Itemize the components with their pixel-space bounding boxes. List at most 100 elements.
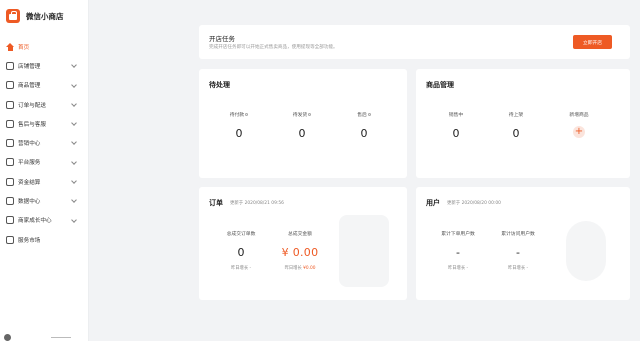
card-title: 订单	[209, 199, 223, 207]
stat-value: 0	[237, 246, 245, 259]
stat-total-visitors[interactable]: 累计访问用户数 - 昨日增长 -	[496, 230, 540, 271]
stat-after-sales[interactable]: 售后 0	[344, 111, 384, 140]
brand[interactable]: 微信小商店	[6, 9, 64, 23]
yesterday-label: 昨日增长	[284, 266, 302, 271]
orders-card: 订单 更新于 2020/08/21 09:56 总成交订单数 0 昨日增长 - …	[199, 187, 407, 300]
order-icon	[6, 100, 14, 109]
sidebar-item-label: 服务市场	[18, 237, 41, 244]
sidebar-item-label: 订单与配送	[18, 102, 46, 109]
chevron-down-icon	[71, 178, 77, 184]
users-card: 用户 更新于 2020/08/20 00:00 累计下单用户数 - 昨日增长 -…	[416, 187, 630, 300]
chevron-down-icon	[71, 216, 77, 223]
sidebar-item-label: 商品管理	[18, 83, 41, 90]
stat-label: 总成交订单数	[226, 232, 256, 237]
stat-label: 累计下单用户数	[441, 232, 475, 237]
account-bar[interactable]	[4, 334, 84, 341]
open-store-task-card: 开店任务 完成开店任务即可以开始正式售卖商品，使用提现等全部功能。 立即开店	[199, 25, 630, 59]
yesterday-growth: 昨日增长 -	[496, 265, 540, 271]
sidebar: 微信小商店 首页 店铺管理 商品管理 订单与配送 售后与客服 营销中心 平台服务…	[0, 0, 89, 341]
chevron-down-icon	[71, 120, 77, 127]
add-product[interactable]: 新增商品 +	[559, 111, 599, 138]
yesterday-value: -	[466, 266, 469, 271]
yesterday-growth: 昨日增长 ¥0.00	[279, 265, 321, 271]
sidebar-menu: 首页 店铺管理 商品管理 订单与配送 售后与客服 营销中心 平台服务 资金结算 …	[0, 37, 89, 249]
sidebar-item-label: 营销中心	[18, 141, 41, 148]
growth-icon	[6, 216, 14, 225]
add-product-button[interactable]: +	[573, 126, 585, 138]
stat-pending-shipment[interactable]: 待发货 0	[282, 111, 322, 140]
pending-card: 待处理 待付款 0 待发货 0 售后 0	[199, 69, 407, 178]
stat-total-buyers[interactable]: 累计下单用户数 - 昨日增长 -	[436, 230, 480, 271]
stat-label: 待付款	[219, 111, 259, 118]
sidebar-item-label: 资金结算	[18, 179, 41, 186]
sidebar-item-orders[interactable]: 订单与配送	[0, 95, 89, 114]
stat-label: 销售中	[448, 113, 464, 118]
stat-value: 0	[235, 127, 243, 140]
account-name-placeholder	[51, 337, 71, 338]
task-description: 完成开店任务即可以开始正式售卖商品，使用提现等全部功能。	[209, 45, 338, 50]
stat-total-orders[interactable]: 总成交订单数 0 昨日增长 -	[221, 230, 261, 271]
stat-value: 0	[452, 127, 460, 140]
stat-value: -	[456, 246, 460, 259]
calendar-watermark-icon	[339, 215, 389, 287]
help-icon	[308, 113, 312, 116]
sidebar-item-label: 售后与客服	[18, 121, 46, 128]
stat-total-amount[interactable]: 总成交金额 ¥ 0.00 昨日增长 ¥0.00	[279, 230, 321, 271]
shop-bag-logo-icon	[6, 9, 20, 23]
sidebar-item-goods[interactable]: 商品管理	[0, 76, 89, 95]
task-title: 开店任务	[209, 35, 235, 43]
brand-name: 微信小商店	[26, 11, 64, 21]
chevron-down-icon	[71, 197, 77, 204]
stat-label: 累计访问用户数	[501, 232, 535, 237]
sidebar-item-store[interactable]: 店铺管理	[0, 56, 89, 75]
stat-value: 0	[298, 127, 306, 140]
sidebar-item-finance[interactable]: 资金结算	[0, 172, 89, 191]
update-time: 更新于 2020/08/20 00:00	[447, 201, 501, 206]
yesterday-growth: 昨日增长 -	[221, 265, 261, 271]
stat-pending-payment[interactable]: 待付款 0	[219, 111, 259, 140]
stat-label-text: 售后	[357, 113, 367, 118]
help-icon	[367, 113, 371, 116]
open-store-button[interactable]: 立即开店	[573, 35, 612, 49]
goods-icon	[6, 81, 14, 90]
sidebar-item-service[interactable]: 售后与客服	[0, 114, 89, 133]
chevron-down-icon	[71, 81, 77, 88]
sidebar-item-home[interactable]: 首页	[0, 37, 89, 56]
chevron-down-icon	[71, 158, 77, 165]
home-icon	[6, 42, 14, 51]
sidebar-item-label: 数据中心	[18, 199, 41, 206]
sidebar-item-marketing[interactable]: 营销中心	[0, 133, 89, 152]
chevron-down-icon	[71, 62, 77, 69]
sidebar-item-data[interactable]: 数据中心	[0, 191, 89, 210]
sidebar-item-platform[interactable]: 平台服务	[0, 153, 89, 172]
yesterday-label: 昨日增长	[447, 266, 466, 271]
avatar	[4, 334, 11, 341]
card-title: 待处理	[209, 81, 230, 89]
finance-icon	[6, 177, 14, 186]
stat-to-be-listed[interactable]: 待上架 0	[496, 111, 536, 140]
sidebar-item-label: 平台服务	[18, 160, 41, 167]
stat-value: 0	[360, 127, 368, 140]
market-icon	[6, 235, 14, 244]
stat-value: ¥ 0.00	[281, 246, 319, 259]
help-icon	[245, 113, 249, 116]
stat-value: -	[516, 246, 520, 259]
stat-label: 总成交金额	[288, 232, 312, 237]
marketing-icon	[6, 139, 14, 148]
yesterday-value: -	[249, 266, 252, 271]
stat-on-sale[interactable]: 销售中 0	[436, 111, 476, 140]
data-icon	[6, 197, 14, 206]
stat-value: 0	[512, 127, 520, 140]
yesterday-value: -	[526, 266, 529, 271]
platform-icon	[6, 158, 14, 167]
sidebar-item-growth[interactable]: 商家成长中心	[0, 211, 89, 230]
stat-label: 待上架	[508, 113, 524, 118]
sidebar-item-market[interactable]: 服务市场	[0, 230, 89, 249]
add-product-label: 新增商品	[569, 113, 589, 118]
card-title: 用户	[426, 199, 440, 207]
yesterday-growth: 昨日增长 -	[436, 265, 480, 271]
user-watermark-icon	[566, 221, 606, 281]
sidebar-item-label: 店铺管理	[18, 63, 41, 70]
chevron-down-icon	[71, 139, 77, 146]
sidebar-item-label: 首页	[18, 44, 30, 51]
